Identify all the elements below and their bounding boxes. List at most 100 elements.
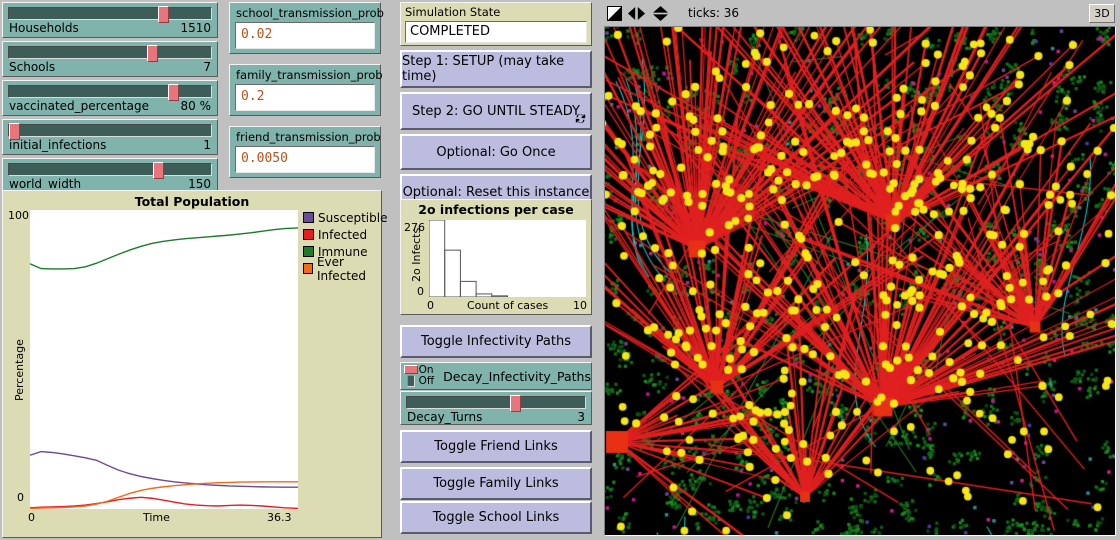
input-value[interactable]: 0.0050 [235,146,375,173]
button-label: Optional: Reset this instance [402,184,590,200]
input-school-transmission-prob[interactable]: school_transmission_prob 0.02 [229,2,384,54]
y-axis-title: Percentage [13,339,26,401]
histogram-bar [491,295,508,297]
button-label: Step 2: GO UNTIL STEADY [412,103,580,119]
netlogo-interface: Households 1510 Schools 7 vaccinated_per… [0,0,1120,540]
button-label: Optional: Go Once [436,144,556,160]
forever-loop-icon [575,113,586,126]
button-label: Toggle School Links [432,510,560,525]
input-label: family_transmission_prob [236,68,383,82]
slider-label: Households [9,21,79,35]
switch-knob-off [407,375,415,387]
toggle-family-links-button[interactable]: Toggle Family Links [400,467,592,500]
world-frame[interactable] [604,26,1116,536]
go-until-steady-button[interactable]: Step 2: GO UNTIL STEADY [400,92,592,130]
world-view-panel: ticks: 36 3D [600,0,1120,540]
toggle-infectivity-paths-button[interactable]: Toggle Infectivity Paths [400,325,592,358]
slider-thumb [510,395,522,412]
button-label: Step 1: SETUP (may take time) [402,54,565,84]
go-once-button[interactable]: Optional: Go Once [400,134,592,170]
resize-icon[interactable] [607,5,622,21]
histogram-bar [429,220,446,297]
legend-swatch-infected [303,229,314,240]
slider-track[interactable] [8,123,212,140]
y-axis-title: 2o Infects [410,227,423,282]
slider-track[interactable] [8,6,212,23]
slider-value: 1 [203,138,211,152]
button-label: Toggle Infectivity Paths [421,334,571,349]
slider-track[interactable] [8,45,212,62]
input-label: school_transmission_prob [236,6,384,20]
slider-schools[interactable]: Schools 7 [2,41,218,77]
legend-label: Ever Infected [316,254,366,283]
switch-state-labels: On Off [419,365,435,387]
button-label: Toggle Family Links [433,476,559,491]
histogram-bar [444,249,461,297]
world-canvas[interactable] [605,27,1115,535]
world-toolbar: ticks: 36 [600,0,1120,26]
plot-total-population: Total Population 100 0 Percentage 0 Time… [2,190,387,538]
slider-value: 1510 [180,21,211,35]
plot-secondary-infections: 2o infections per case 276 0 2o Infects … [400,199,592,315]
legend-item: Ever Infected [303,255,387,283]
input-value[interactable]: 0.02 [235,22,375,49]
slider-decay-turns[interactable]: Decay_Turns 3 [400,391,592,425]
input-label: friend_transmission_prob [236,130,381,144]
legend-swatch-susceptible [303,212,314,223]
input-friend-transmission-prob[interactable]: friend_transmission_prob 0.0050 [229,126,381,178]
slider-track[interactable] [8,162,212,179]
slider-track[interactable] [406,395,586,412]
slider-households[interactable]: Households 1510 [2,2,218,38]
setup-button[interactable]: Step 1: SETUP (may take time) [400,50,592,88]
forever-loop-icon-svg [575,113,586,124]
histogram-bar [475,293,493,297]
left-right-arrows-icon[interactable] [627,6,646,21]
slider-label: Decay_Turns [407,410,483,424]
slider-vaccinated-percentage[interactable]: vaccinated_percentage 80 % [2,80,218,116]
plot-canvas [429,220,586,297]
button-label: Toggle Friend Links [434,439,558,454]
series-immune [30,227,298,270]
plot-title: 2o infections per case [418,202,574,217]
plot-canvas [30,210,298,509]
y-axis-min-label: 0 [417,285,424,298]
legend-swatch-ever-infected [303,263,313,274]
toggle-school-links-button[interactable]: Toggle School Links [400,501,592,534]
y-axis-max-label: 100 [8,209,29,222]
switch-knob[interactable] [404,364,418,388]
switch-off-label: Off [418,375,435,387]
input-family-transmission-prob[interactable]: family_transmission_prob 0.2 [229,64,383,116]
legend-item: Infected [303,226,387,243]
slider-thumb [153,162,165,179]
toggle-friend-links-button[interactable]: Toggle Friend Links [400,430,592,463]
switch-label: Decay_Infectivity_Paths [443,368,591,384]
input-value[interactable]: 0.2 [235,84,375,111]
up-down-arrows-icon[interactable] [651,5,670,22]
monitor-value: COMPLETED [405,21,587,43]
slider-initial-infections[interactable]: initial_infections 1 [2,119,218,155]
plot-title: Total Population [134,194,250,209]
series-ever-infected [30,481,298,509]
ticks-label: ticks: 36 [688,6,739,20]
slider-label: Schools [9,60,56,74]
slider-world-width[interactable]: world_width 150 [2,158,218,194]
y-axis-min-label: 0 [17,491,24,504]
slider-thumb [9,123,20,140]
slider-track[interactable] [8,84,212,101]
view-3d-button[interactable]: 3D [1089,4,1115,23]
x-axis-max-label: 10 [573,299,587,312]
slider-label: vaccinated_percentage [9,99,149,113]
slider-value: 3 [577,410,585,424]
slider-thumb [167,84,179,101]
legend-label: Infected [318,227,368,242]
x-axis-title: Time [143,511,170,524]
legend-swatch-immune [303,246,314,257]
x-axis-title: Count of cases [467,299,549,312]
switch-decay-infectivity-paths[interactable]: On Off Decay_Infectivity_Paths [400,362,592,390]
monitor-simulation-state: Simulation State COMPLETED [400,2,592,46]
legend-item: Susceptible [303,209,387,226]
slider-value: 7 [203,60,211,74]
slider-label: initial_infections [9,138,107,152]
histogram-bar [459,280,477,297]
x-axis-min-label: 0 [28,511,35,524]
